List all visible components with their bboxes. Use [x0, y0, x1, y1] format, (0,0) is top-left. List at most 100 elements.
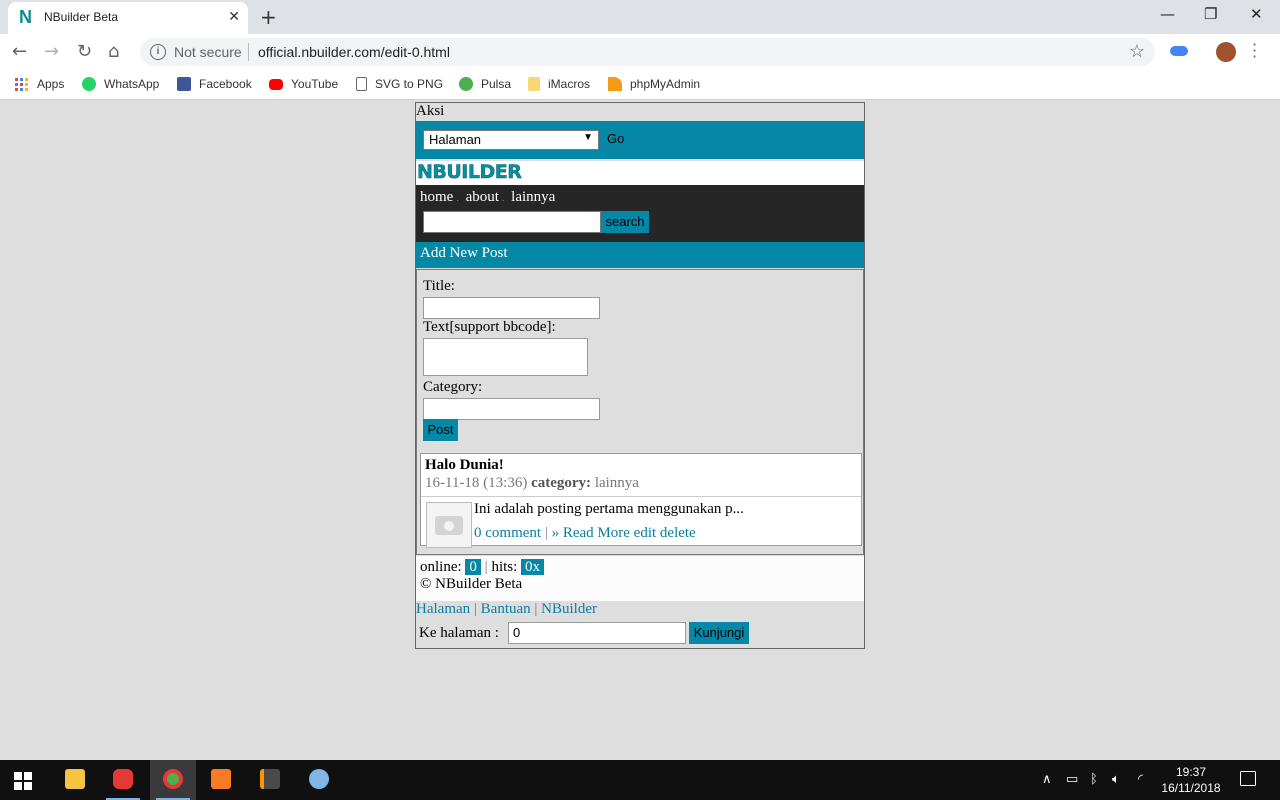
search-input[interactable] — [423, 211, 601, 233]
facebook-icon — [177, 77, 191, 91]
stats-footer: online: 0 | hits: 0x © NBuilder Beta — [416, 556, 864, 601]
footer-links: Halaman | Bantuan | NBuilder — [416, 601, 597, 617]
bookmark-label: Facebook — [199, 77, 252, 91]
file-explorer-icon[interactable] — [52, 760, 98, 800]
go-button[interactable]: Go — [607, 131, 624, 146]
online-label: online: — [420, 559, 462, 575]
post-excerpt: Ini adalah posting pertama menggunakan p… — [474, 501, 744, 517]
kebab-menu-icon[interactable]: · · · — [1252, 37, 1257, 65]
online-count: 0 — [465, 559, 481, 575]
text-textarea[interactable] — [423, 338, 588, 376]
read-more-link[interactable]: » Read More — [552, 525, 630, 541]
taskbar-clock[interactable]: 19:37 16/11/2018 — [1156, 764, 1226, 796]
profile-avatar-icon[interactable] — [1216, 42, 1236, 62]
paint-icon[interactable] — [296, 760, 342, 800]
stats-separator: | — [484, 559, 488, 575]
bookmark-label: iMacros — [548, 77, 591, 91]
title-label: Title: — [423, 278, 455, 294]
footer-link-nbuilder[interactable]: NBuilder — [541, 601, 597, 617]
nbuilder-logo[interactable]: NBUILDER — [417, 161, 522, 184]
bookmark-phpmyadmin[interactable]: phpMyAdmin — [608, 77, 700, 91]
post-category-value: lainnya — [594, 475, 639, 491]
browser-toolbar: ← → ↻ ⌂ i Not secure official.nbuilder.c… — [0, 34, 1280, 70]
bookmark-label: SVG to PNG — [375, 77, 444, 91]
chrome-icon[interactable] — [150, 760, 196, 800]
aksi-bar: Halaman ▼ Go — [416, 121, 864, 159]
tab-title: NBuilder Beta — [44, 10, 119, 24]
page-container: Aksi Halaman ▼ Go NBUILDER home. about. … — [415, 102, 865, 649]
post-category-label: category: — [531, 475, 592, 491]
post-item: Halo Dunia! 16-11-18 (13:36) category: l… — [420, 453, 862, 548]
footer-link-halaman[interactable]: Halaman — [416, 601, 470, 617]
hits-count: 0x — [521, 559, 545, 575]
bookmark-apps[interactable]: Apps — [15, 77, 64, 91]
footer-link-bantuan[interactable]: Bantuan — [481, 601, 531, 617]
bookmark-label: WhatsApp — [104, 77, 160, 91]
back-arrow-icon[interactable]: ← — [12, 41, 27, 62]
section-title: Add New Post — [416, 242, 864, 268]
bookmark-label: Pulsa — [481, 77, 512, 91]
clock-time: 19:37 — [1175, 765, 1207, 779]
bookmark-whatsapp[interactable]: WhatsApp — [82, 77, 159, 91]
bookmark-facebook[interactable]: Facebook — [177, 77, 252, 91]
bookmark-label: phpMyAdmin — [630, 77, 701, 91]
screen-recorder-icon[interactable] — [100, 760, 146, 800]
bookmark-star-icon[interactable]: ☆ — [1129, 41, 1145, 62]
post-button[interactable]: Post — [423, 419, 458, 441]
apps-grid-icon — [15, 77, 28, 91]
browser-tab[interactable]: N NBuilder Beta ✕ — [8, 2, 248, 34]
goto-page-input[interactable]: 0 — [508, 622, 686, 644]
wifi-icon[interactable]: ◜ — [1138, 772, 1143, 787]
bookmark-pulsa[interactable]: Pulsa — [459, 77, 511, 91]
main-nav: home. about. lainnya search — [416, 185, 864, 242]
bookmarks-bar: Apps WhatsApp Facebook YouTube SVG to PN… — [0, 70, 1280, 100]
category-input[interactable] — [423, 398, 600, 420]
windows-start-icon[interactable] — [14, 772, 32, 790]
copyright: © NBuilder Beta — [420, 576, 523, 592]
home-icon[interactable]: ⌂ — [108, 41, 119, 62]
nav-about[interactable]: about — [466, 189, 499, 205]
post-actions: 0 comment | » Read More edit delete — [474, 525, 696, 542]
comment-link[interactable]: 0 comment — [474, 525, 541, 541]
camera-lens — [442, 519, 456, 533]
search-button[interactable]: search — [601, 211, 649, 233]
tab-close-icon[interactable]: ✕ — [228, 9, 240, 25]
notification-center-icon[interactable] — [1240, 771, 1256, 786]
forward-arrow-icon[interactable]: → — [44, 41, 59, 62]
minimize-button[interactable]: — — [1160, 5, 1175, 23]
hits-label: hits: — [491, 559, 518, 575]
delete-link[interactable]: delete — [660, 525, 696, 541]
nav-lainnya[interactable]: lainnya — [511, 189, 555, 205]
bluetooth-icon[interactable]: ᛒ — [1090, 772, 1098, 787]
info-icon[interactable]: i — [150, 44, 166, 60]
volume-icon[interactable]: 🔈︎ — [1112, 772, 1120, 787]
post-title[interactable]: Halo Dunia! — [425, 457, 504, 474]
battery-icon[interactable]: ▭ — [1066, 772, 1078, 787]
url-text[interactable]: official.nbuilder.com/edit-0.html — [258, 44, 450, 60]
bookmark-svg-to-png[interactable]: SVG to PNG — [356, 77, 443, 91]
title-input[interactable] — [423, 297, 600, 319]
clock-date: 16/11/2018 — [1161, 781, 1221, 795]
reload-icon[interactable]: ↻ — [77, 41, 92, 62]
xampp-icon[interactable] — [198, 760, 244, 800]
add-post-form: Title: Text[support bbcode]: Category: P… — [416, 269, 864, 555]
security-label: Not secure — [174, 44, 242, 60]
aksi-select[interactable]: Halaman ▼ — [423, 130, 599, 150]
post-date: 16-11-18 (13:36) — [425, 475, 528, 491]
bookmark-youtube[interactable]: YouTube — [269, 77, 338, 91]
nav-home[interactable]: home — [420, 189, 453, 205]
kunjungi-button[interactable]: Kunjungi — [689, 622, 749, 644]
new-tab-button[interactable]: + — [260, 5, 277, 29]
cloud-extension-icon[interactable] — [1170, 46, 1188, 56]
sublime-text-icon[interactable] — [247, 760, 293, 800]
post-thumbnail — [426, 502, 472, 548]
nav-links: home. about. lainnya — [420, 189, 556, 205]
dropdown-arrow-icon: ▼ — [583, 132, 593, 143]
edit-link[interactable]: edit — [634, 525, 657, 541]
bookmark-imacros[interactable]: iMacros — [528, 77, 590, 91]
tray-chevron-icon[interactable]: ∧ — [1042, 772, 1052, 787]
pulsa-icon — [459, 77, 473, 91]
restore-button[interactable]: ❐ — [1204, 5, 1217, 23]
close-window-button[interactable]: ✕ — [1250, 5, 1263, 23]
address-bar[interactable]: i Not secure official.nbuilder.com/edit-… — [140, 38, 1155, 66]
